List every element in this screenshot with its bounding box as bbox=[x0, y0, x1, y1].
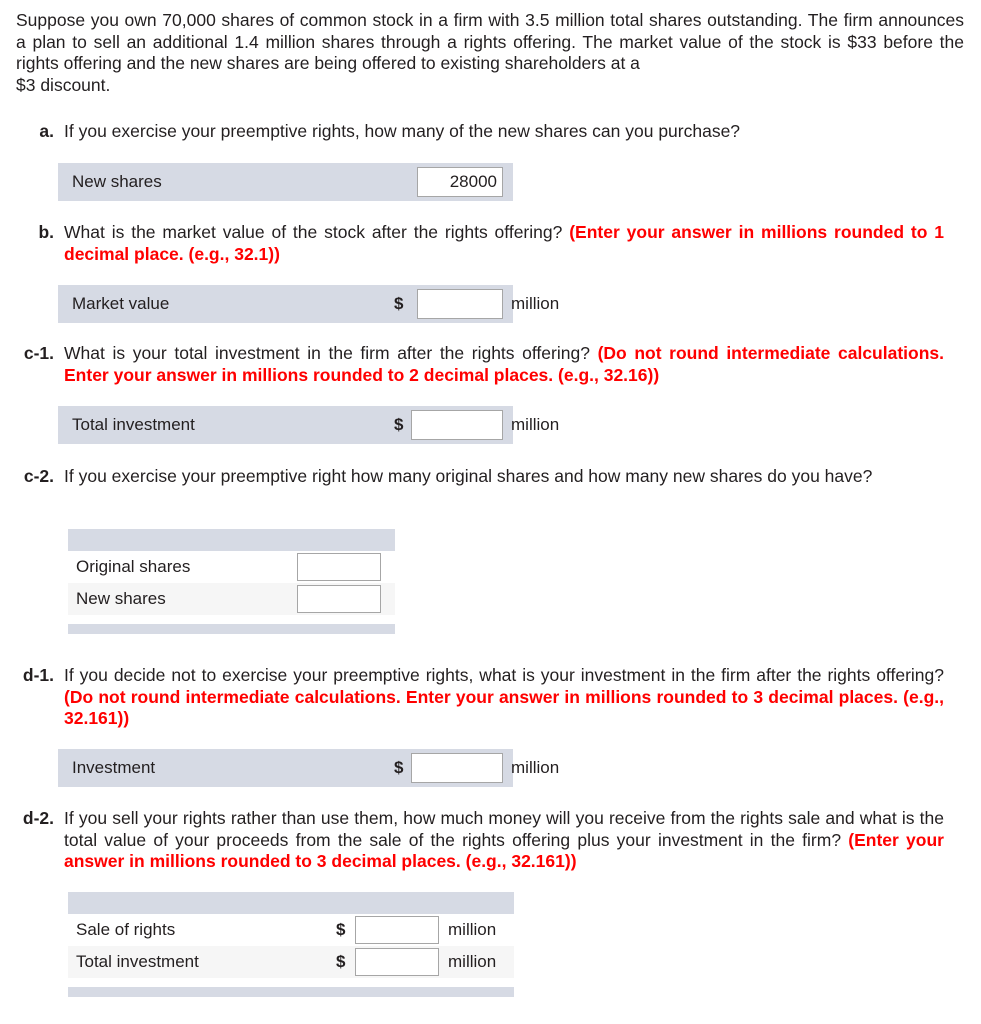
question-b-text: What is the market value of the stock af… bbox=[64, 222, 944, 265]
row-label-sale-of-rights: Sale of rights bbox=[76, 920, 176, 939]
input-original-shares[interactable] bbox=[297, 553, 381, 581]
question-c1-label: c-1. bbox=[23, 343, 54, 363]
answer-label-investment-d1: Investment bbox=[72, 758, 156, 777]
dollar-sign-investment-d1: $ bbox=[394, 758, 404, 777]
table-row: Sale of rights $ million bbox=[68, 914, 514, 946]
question-a-text: If you exercise your preemptive rights, … bbox=[64, 121, 944, 143]
input-sale-of-rights[interactable] bbox=[355, 916, 439, 944]
answer-label-total-investment-c1: Total investment bbox=[72, 415, 195, 434]
unit-total-investment-c1: million bbox=[511, 415, 560, 434]
answer-table-c2: Original shares New shares bbox=[68, 529, 395, 634]
input-market-value[interactable] bbox=[417, 289, 503, 319]
unit-sale-of-rights: million bbox=[448, 920, 497, 939]
row-label-original-shares: Original shares bbox=[76, 557, 191, 576]
unit-total-investment-d2: million bbox=[448, 952, 497, 971]
table-row: Total investment $ million bbox=[68, 946, 514, 978]
question-c1-prompt: What is your total investment in the fir… bbox=[64, 343, 598, 363]
question-d2-prompt: If you sell your rights rather than use … bbox=[64, 808, 944, 850]
question-c2-label: c-2. bbox=[23, 466, 54, 486]
dollar-sign-market-value: $ bbox=[394, 294, 404, 313]
input-new-shares-c2[interactable] bbox=[297, 585, 381, 613]
input-new-shares[interactable] bbox=[417, 167, 503, 197]
question-c2-prompt: If you exercise your preemptive right ho… bbox=[64, 466, 873, 486]
question-d2-label: d-2. bbox=[22, 808, 54, 828]
question-d2-text: If you sell your rights rather than use … bbox=[64, 808, 944, 873]
answer-label-new-shares: New shares bbox=[72, 172, 162, 191]
worksheet-page: Suppose you own 70,000 shares of common … bbox=[0, 0, 981, 1024]
question-d1-text: If you decide not to exercise your preem… bbox=[64, 665, 944, 730]
question-d1-prompt: If you decide not to exercise your preem… bbox=[64, 665, 944, 685]
unit-market-value: million bbox=[511, 294, 560, 313]
table-row: Original shares bbox=[68, 551, 395, 583]
answer-label-market-value: Market value bbox=[72, 294, 170, 313]
question-c2-text: If you exercise your preemptive right ho… bbox=[64, 466, 924, 488]
question-d1-instruction: (Do not round intermediate calculations.… bbox=[64, 686, 944, 729]
dollar-sign-total-investment-d2: $ bbox=[336, 952, 346, 971]
unit-investment-d1: million bbox=[511, 758, 560, 777]
answer-band-total-investment-c1: Total investment $ million bbox=[58, 406, 559, 444]
table-header-band-c2 bbox=[68, 529, 395, 551]
question-a-prompt: If you exercise your preemptive rights, … bbox=[64, 121, 741, 141]
question-a-label: a. bbox=[39, 121, 54, 141]
table-row: New shares bbox=[68, 583, 395, 615]
table-gap-d2 bbox=[68, 978, 514, 987]
dollar-sign-total-investment-c1: $ bbox=[394, 415, 404, 434]
table-footer-band-d2 bbox=[68, 987, 514, 997]
question-b-label: b. bbox=[38, 222, 54, 242]
row-label-total-investment-d2: Total investment bbox=[76, 952, 199, 971]
problem-statement-text: Suppose you own 70,000 shares of common … bbox=[16, 10, 964, 73]
question-b-prompt: What is the market value of the stock af… bbox=[64, 222, 570, 242]
table-header-band-d2 bbox=[68, 892, 514, 914]
problem-statement-lastline: $3 discount. bbox=[16, 74, 111, 95]
input-total-investment-c1[interactable] bbox=[411, 410, 503, 440]
question-c1-text: What is your total investment in the fir… bbox=[64, 343, 944, 386]
row-label-new-shares-c2: New shares bbox=[76, 589, 166, 608]
answer-band-investment-d1: Investment $ million bbox=[58, 749, 559, 787]
table-gap-c2 bbox=[68, 615, 395, 624]
input-investment-d1[interactable] bbox=[411, 753, 503, 783]
table-footer-band-c2 bbox=[68, 624, 395, 634]
answer-table-d2: Sale of rights $ million Total investmen… bbox=[68, 892, 514, 997]
answer-band-new-shares: New shares bbox=[58, 163, 513, 201]
question-d1-label: d-1. bbox=[22, 665, 54, 685]
answer-band-market-value: Market value $ million bbox=[58, 285, 559, 323]
input-total-investment-d2[interactable] bbox=[355, 948, 439, 976]
problem-statement: Suppose you own 70,000 shares of common … bbox=[16, 10, 964, 96]
dollar-sign-sale-of-rights: $ bbox=[336, 920, 346, 939]
